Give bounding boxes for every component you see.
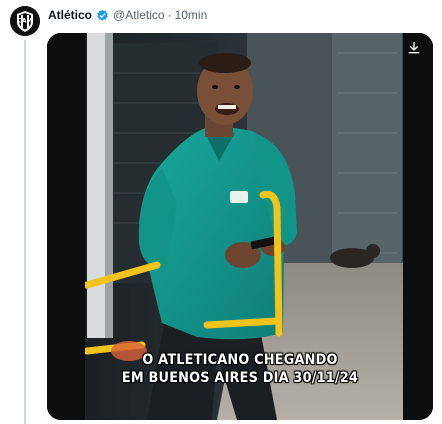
separator-dot: · xyxy=(167,8,172,22)
video-media[interactable]: O ATLETICANO CHEGANDO EM BUENOS AIRES DI… xyxy=(47,33,433,420)
svg-text:CAM: CAM xyxy=(17,18,32,25)
author-name[interactable]: Atlético xyxy=(48,6,92,24)
video-caption-line-1: O ATLETICANO CHEGANDO xyxy=(142,352,338,368)
author-avatar[interactable]: CAM xyxy=(10,6,40,36)
tweet-timestamp[interactable]: 10min xyxy=(175,6,208,24)
video-caption-line-2: EM BUENOS AIRES DIA 30/11/24 xyxy=(121,370,359,386)
thread-line xyxy=(24,40,26,424)
author-handle[interactable]: @Atletico xyxy=(113,6,165,24)
verified-badge-icon xyxy=(96,9,109,22)
atletico-crest-icon: CAM xyxy=(10,6,40,36)
tweet-header: Atlético @Atletico · 10min xyxy=(48,6,207,24)
download-icon xyxy=(408,42,420,54)
download-button[interactable] xyxy=(405,39,423,57)
